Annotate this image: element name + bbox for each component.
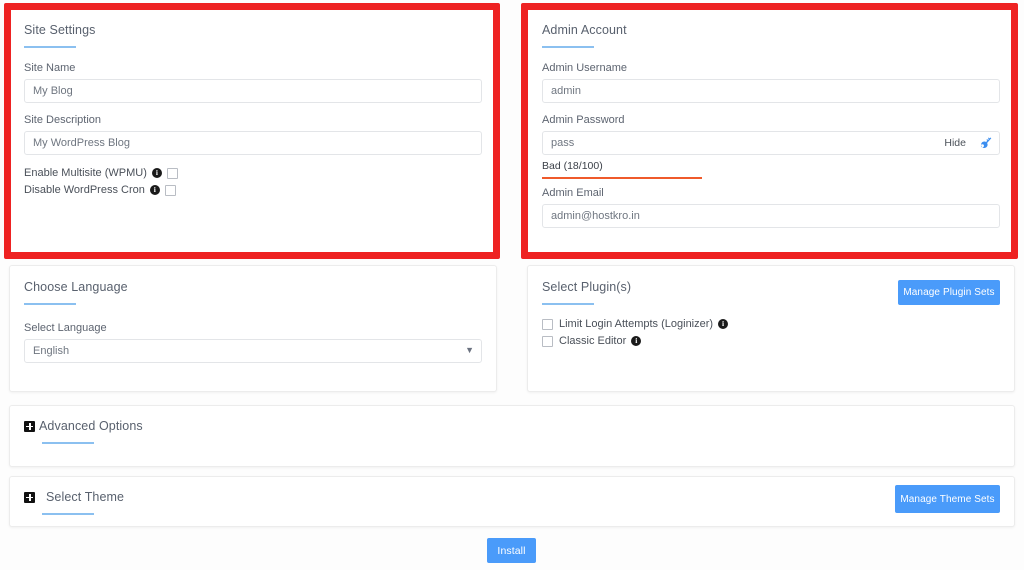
classic-editor-checkbox[interactable] [542,335,553,347]
enable-multisite-row: Enable Multisite (WPMU) i [24,167,482,179]
info-icon[interactable]: i [151,168,162,178]
enable-multisite-label: Enable Multisite (WPMU) [24,167,147,179]
title-underline [42,513,94,515]
limit-login-attempts-checkbox[interactable] [542,318,553,330]
select-plugins-card: Select Plugin(s) Manage Plugin Sets Limi… [527,265,1015,392]
site-name-input[interactable] [24,79,482,103]
plugin-label: Classic Editor [559,335,627,347]
disable-cron-label: Disable WordPress Cron [24,184,145,196]
title-underline [42,442,94,444]
info-icon[interactable]: i [631,336,642,346]
site-description-label: Site Description [24,114,102,126]
plus-square-icon[interactable] [24,420,35,432]
info-icon[interactable]: i [149,185,160,195]
manage-plugin-sets-button[interactable]: Manage Plugin Sets [898,280,1000,305]
admin-password-label: Admin Password [542,114,625,126]
password-strength-text: Bad (18/100) [542,160,603,172]
enable-multisite-checkbox[interactable] [166,167,178,179]
admin-account-title: Admin Account [542,23,627,37]
manage-theme-sets-button[interactable]: Manage Theme Sets [895,485,1000,513]
select-theme-title: Select Theme [46,490,125,504]
admin-password-wrapper: Hide [542,131,1000,155]
site-description-input[interactable] [24,131,482,155]
plus-square-icon[interactable] [24,491,35,503]
install-button[interactable]: Install [487,538,536,563]
choose-language-card: Choose Language Select Language English … [9,265,497,392]
admin-email-input[interactable] [542,204,1000,228]
select-language-label: Select Language [24,322,107,334]
choose-language-title: Choose Language [24,280,128,294]
admin-username-label: Admin Username [542,62,627,74]
disable-cron-row: Disable WordPress Cron i [24,184,482,196]
select-theme-card[interactable]: Select Theme Manage Theme Sets [9,476,1015,527]
site-name-label: Site Name [24,62,76,74]
plugin-row: Limit Login Attempts (Loginizer) i [542,318,1000,330]
language-select[interactable]: English [24,339,482,363]
site-settings-card: Site Settings Site Name Site Description… [9,8,497,254]
admin-password-input[interactable] [542,131,1000,155]
toggle-password-visibility-button[interactable]: Hide [944,137,966,149]
plugin-label: Limit Login Attempts (Loginizer) [559,318,714,330]
disable-cron-checkbox[interactable] [164,184,176,196]
key-icon[interactable] [976,134,994,152]
admin-email-label: Admin Email [542,187,604,199]
select-theme-title-row: Select Theme [24,490,1000,504]
language-select-wrapper: English ▼ [24,339,482,363]
admin-account-card: Admin Account Admin Username Admin Passw… [527,8,1015,254]
title-underline [542,303,594,305]
wordpress-installer-page: Site Settings Site Name Site Description… [0,0,1024,570]
advanced-options-title: Advanced Options [39,419,143,433]
admin-username-input[interactable] [542,79,1000,103]
advanced-options-card[interactable]: Advanced Options [9,405,1015,467]
info-icon[interactable]: i [718,319,729,329]
plugin-row: Classic Editor i [542,335,1000,347]
advanced-options-title-row: Advanced Options [24,419,1000,433]
site-settings-title: Site Settings [24,23,96,37]
